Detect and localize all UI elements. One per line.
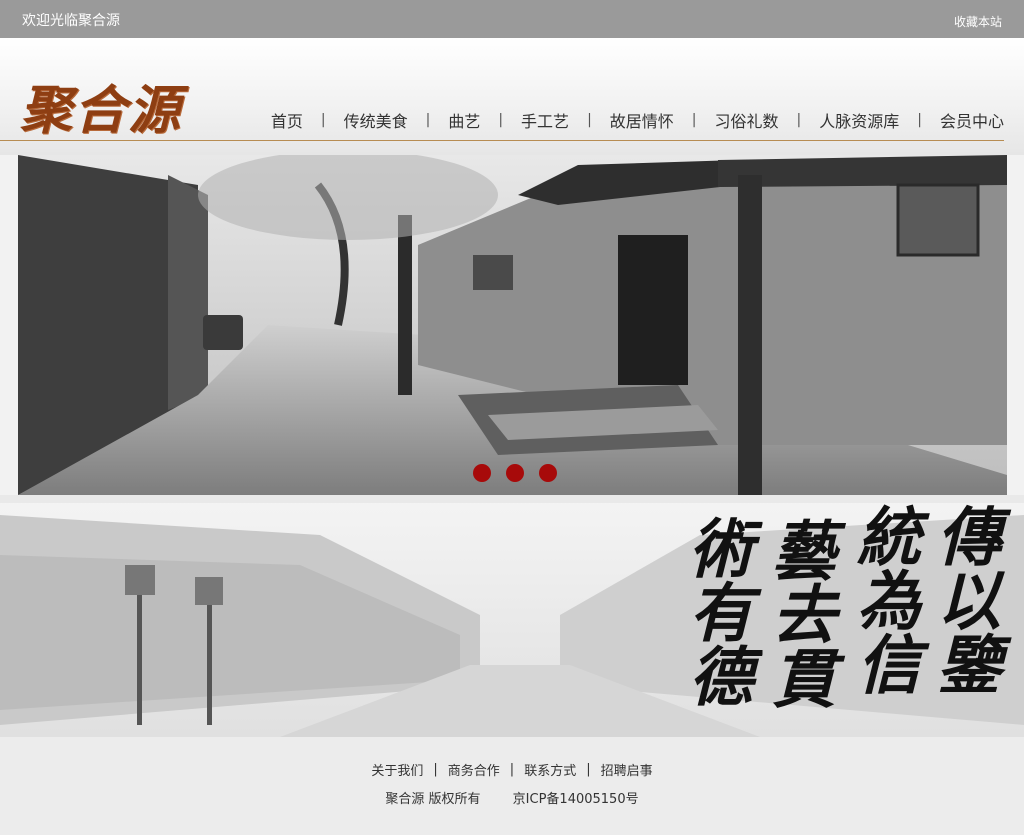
nav-separator: | — [425, 112, 431, 128]
nav-traditional-food[interactable]: 传统美食 — [344, 108, 408, 132]
main-nav: 首页 | 传统美食 | 曲艺 | 手工艺 | 故居情怀 | 习俗礼数 | 人脉资… — [271, 108, 1004, 132]
icp-number: 京ICP备14005150号 — [512, 792, 639, 807]
footer-links: 关于我们 | 商务合作 | 联系方式 | 招聘启事 — [0, 760, 1024, 779]
header-divider — [0, 140, 1004, 141]
nav-contacts-library[interactable]: 人脉资源库 — [819, 108, 899, 132]
nav-separator: | — [587, 112, 592, 128]
nav-customs[interactable]: 习俗礼数 — [715, 108, 779, 132]
nav-former-residence[interactable]: 故居情怀 — [610, 108, 674, 132]
footer-business-link[interactable]: 商务合作 — [448, 760, 500, 779]
nav-handicrafts[interactable]: 手工艺 — [521, 108, 569, 132]
nav-separator: | — [796, 112, 802, 128]
footer-jobs-link[interactable]: 招聘启事 — [601, 760, 653, 779]
nav-member-center[interactable]: 会员中心 — [940, 108, 1004, 132]
nav-separator: | — [917, 112, 922, 128]
slider-dots — [473, 464, 557, 482]
add-favorite-link[interactable]: 收藏本站 — [954, 13, 1002, 30]
copyright-line: 聚合源 版权所有 京ICP备14005150号 — [0, 788, 1024, 807]
copyright-text: 聚合源 版权所有 — [385, 792, 481, 807]
hero-banner[interactable] — [18, 155, 1007, 495]
footer-separator: | — [433, 762, 438, 777]
top-bar: 欢迎光临聚合源 收藏本站 — [0, 0, 1024, 38]
slider-dot-3[interactable] — [539, 464, 557, 482]
header: 聚合源 首页 | 传统美食 | 曲艺 | 手工艺 | 故居情怀 | 习俗礼数 |… — [0, 38, 1024, 155]
welcome-text: 欢迎光临聚合源 — [22, 13, 120, 29]
nav-separator: | — [498, 112, 504, 128]
calligraphy-column-4: 術有德 — [678, 515, 753, 707]
footer-about-link[interactable]: 关于我们 — [371, 760, 423, 779]
calligraphy-column-3: 藝去貫 — [761, 517, 836, 709]
slider-dot-1[interactable] — [473, 464, 491, 482]
slider-dot-2[interactable] — [506, 464, 524, 482]
nav-folk-arts[interactable]: 曲艺 — [448, 108, 480, 132]
footer-separator: | — [509, 762, 515, 777]
nav-separator: | — [320, 112, 326, 128]
hutong-street-photo — [18, 155, 1007, 495]
calligraphy-column-2: 統為信 — [846, 503, 921, 695]
footer: 关于我们 | 商务合作 | 联系方式 | 招聘启事 聚合源 版权所有 京ICP备… — [0, 737, 1024, 835]
calligraphy-column-1: 傳以鑒 — [926, 503, 1001, 695]
nav-home[interactable]: 首页 — [271, 108, 303, 132]
page: 欢迎光临聚合源 收藏本站 聚合源 首页 | 传统美食 | 曲艺 | 手工艺 | … — [0, 0, 1024, 835]
nav-separator: | — [691, 112, 697, 128]
footer-contact-link[interactable]: 联系方式 — [524, 760, 576, 779]
old-street-backdrop: 傳以鑒 統為信 藝去貫 術有德 — [0, 495, 1024, 737]
footer-separator: | — [586, 762, 591, 777]
site-logo[interactable]: 聚合源 — [20, 68, 182, 143]
